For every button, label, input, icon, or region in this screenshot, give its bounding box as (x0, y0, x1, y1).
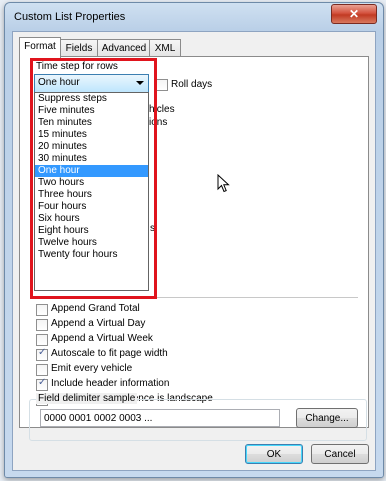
autoscale-checkbox[interactable] (36, 347, 48, 361)
dialog-client: Format Fields Advanced XML Time step for… (12, 31, 376, 471)
option-two-hours[interactable]: Two hours (35, 177, 148, 189)
option-15-minutes[interactable]: 15 minutes (35, 129, 148, 141)
option-twelve-hours[interactable]: Twelve hours (35, 237, 148, 249)
close-button[interactable]: ✕ (331, 4, 377, 24)
option-ten-minutes[interactable]: Ten minutes (35, 117, 148, 129)
emit-every-vehicle-checkbox[interactable] (36, 364, 48, 376)
chevron-down-icon (136, 81, 144, 85)
change-button[interactable]: Change... (296, 408, 358, 428)
delimiter-sample-field[interactable]: 0000 0001 0002 0003 ... (40, 409, 280, 427)
option-three-hours[interactable]: Three hours (35, 189, 148, 201)
tab-fields[interactable]: Fields (59, 39, 99, 57)
title-bar[interactable]: Custom List Properties ✕ (5, 3, 383, 31)
append-virtual-week-label: Append a Virtual Week (51, 333, 153, 344)
obscured-option-text: s (150, 223, 155, 234)
window-title: Custom List Properties (14, 11, 126, 23)
time-step-value: One hour (38, 77, 80, 88)
mouse-pointer-icon (217, 174, 230, 193)
option-four-hours[interactable]: Four hours (35, 201, 148, 213)
include-header-label: Include header information (51, 378, 170, 389)
tab-xml[interactable]: XML (149, 39, 181, 57)
option-one-hour[interactable]: One hour (35, 165, 148, 177)
roll-days-checkbox[interactable] (156, 79, 168, 91)
append-virtual-day-checkbox[interactable] (36, 319, 48, 331)
option-30-minutes[interactable]: 30 minutes (35, 153, 148, 165)
time-step-dropdown-list: Suppress steps Five minutes Ten minutes … (34, 92, 149, 291)
option-six-hours[interactable]: Six hours (35, 213, 148, 225)
option-five-minutes[interactable]: Five minutes (35, 105, 148, 117)
append-grand-total-label: Append Grand Total (51, 303, 140, 314)
time-step-combobox[interactable]: One hour (34, 74, 149, 93)
option-twenty-four-hours[interactable]: Twenty four hours (35, 249, 148, 261)
tab-advanced[interactable]: Advanced (97, 39, 151, 57)
obscured-option-text: hicles (149, 104, 175, 115)
include-header-checkbox[interactable] (36, 377, 48, 391)
time-step-label: Time step for rows (36, 61, 118, 72)
ok-button[interactable]: OK (245, 444, 303, 464)
roll-days-label: Roll days (171, 79, 213, 90)
field-delimiter-group-title: Field delimiter sample (36, 393, 138, 404)
option-suppress-steps[interactable]: Suppress steps (35, 93, 148, 105)
tab-format[interactable]: Format (19, 37, 61, 58)
dialog-window: Custom List Properties ✕ Format Fields A… (4, 2, 384, 478)
format-tab-panel: Time step for rows One hour Suppress ste… (19, 56, 369, 428)
option-20-minutes[interactable]: 20 minutes (35, 141, 148, 153)
emit-every-vehicle-label: Emit every vehicle (51, 363, 133, 374)
obscured-option-text: ions (149, 117, 168, 128)
separator (34, 297, 358, 298)
append-virtual-day-label: Append a Virtual Day (51, 318, 146, 329)
field-delimiter-group: Field delimiter sample 0000 0001 0002 00… (29, 393, 367, 441)
append-grand-total-checkbox[interactable] (36, 304, 48, 316)
cancel-button[interactable]: Cancel (311, 444, 369, 464)
option-eight-hours[interactable]: Eight hours (35, 225, 148, 237)
autoscale-label: Autoscale to fit page width (51, 348, 168, 359)
append-virtual-week-checkbox[interactable] (36, 334, 48, 346)
